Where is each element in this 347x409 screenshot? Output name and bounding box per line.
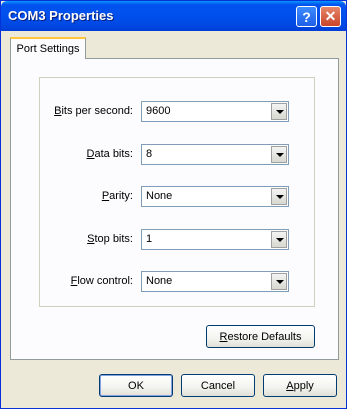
tab-label: Port Settings: [16, 43, 80, 55]
title-bar[interactable]: COM3 Properties ? ✕: [1, 1, 346, 31]
restore-defaults-button[interactable]: Restore Defaults: [206, 325, 315, 348]
cancel-button[interactable]: Cancel: [181, 374, 255, 397]
ok-button[interactable]: OK: [99, 374, 173, 397]
flow-control-label: Flow control:: [70, 275, 133, 287]
properties-dialog: COM3 Properties ? ✕ Port Settings Bits p…: [0, 0, 347, 409]
flow-control-select[interactable]: None: [141, 271, 289, 292]
dropdown-arrow-icon[interactable]: [271, 103, 287, 120]
window-title: COM3 Properties: [8, 8, 114, 23]
close-icon: ✕: [324, 8, 337, 24]
dropdown-arrow-icon[interactable]: [271, 231, 287, 248]
bits-per-second-select[interactable]: 9600: [141, 101, 289, 122]
flow-control-value: None: [146, 275, 173, 287]
help-button[interactable]: ?: [296, 6, 317, 27]
dropdown-arrow-icon[interactable]: [271, 188, 287, 205]
stop-bits-value: 1: [146, 233, 153, 245]
stop-bits-label: Stop bits:: [87, 233, 133, 245]
close-button[interactable]: ✕: [320, 6, 341, 27]
apply-button[interactable]: Apply: [263, 374, 337, 397]
parity-value: None: [146, 190, 173, 202]
data-bits-label: Data bits:: [86, 148, 133, 160]
data-bits-select[interactable]: 8: [141, 144, 289, 165]
stop-bits-select[interactable]: 1: [141, 229, 289, 250]
dropdown-arrow-icon[interactable]: [271, 273, 287, 290]
help-icon: ?: [302, 8, 311, 25]
bits-per-second-value: 9600: [146, 105, 171, 117]
dropdown-arrow-icon[interactable]: [271, 146, 287, 163]
bits-per-second-label: Bits per second:: [54, 105, 133, 117]
tab-port-settings[interactable]: Port Settings: [10, 37, 86, 59]
parity-select[interactable]: None: [141, 186, 289, 207]
data-bits-value: 8: [146, 148, 153, 160]
parity-label: Parity:: [101, 190, 133, 202]
